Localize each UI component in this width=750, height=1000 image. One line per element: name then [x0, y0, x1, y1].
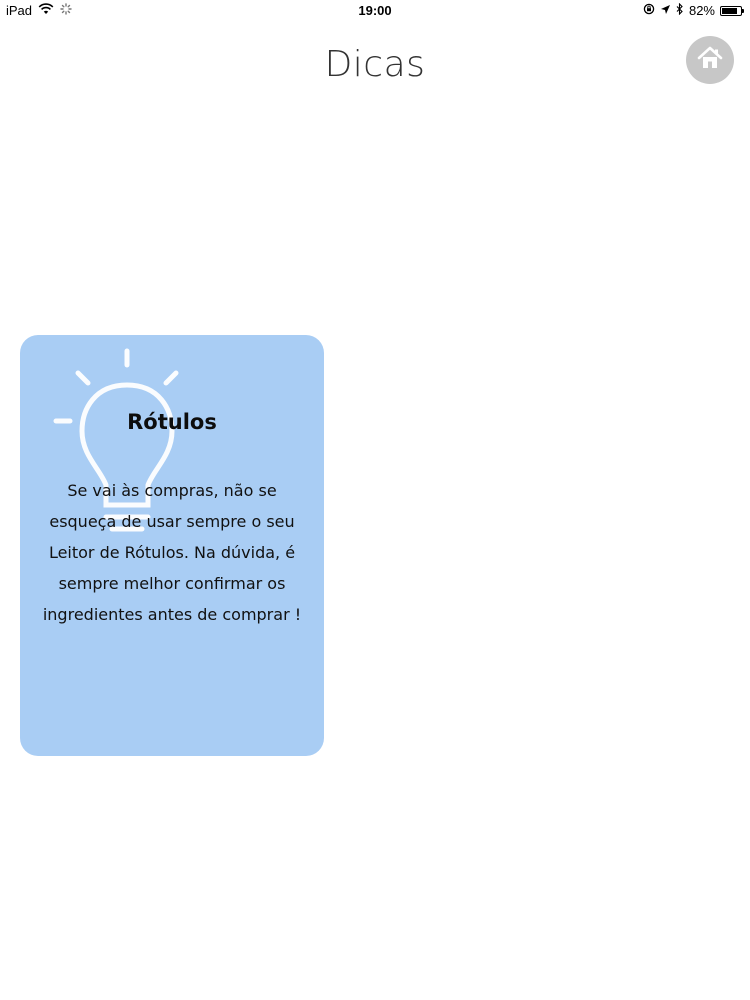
- home-icon: [697, 46, 723, 74]
- page-title: Dicas: [324, 44, 426, 85]
- bluetooth-icon: [676, 2, 684, 18]
- battery-fill: [722, 7, 737, 14]
- status-bar: iPad 19:00 82%: [0, 0, 750, 22]
- orientation-lock-icon: [643, 3, 655, 18]
- location-arrow-icon: [660, 3, 671, 18]
- status-time-wrap: 19:00: [0, 3, 750, 18]
- home-button[interactable]: [686, 36, 734, 84]
- status-right: 82%: [643, 2, 744, 18]
- tip-card[interactable]: Rótulos Se vai às compras, não se esqueç…: [20, 335, 324, 756]
- tip-title: Rótulos: [127, 410, 217, 434]
- status-time: 19:00: [358, 3, 392, 18]
- battery-percent: 82%: [688, 3, 715, 18]
- tip-body: Se vai às compras, não se esqueça de usa…: [42, 481, 302, 624]
- battery-icon: [720, 5, 744, 16]
